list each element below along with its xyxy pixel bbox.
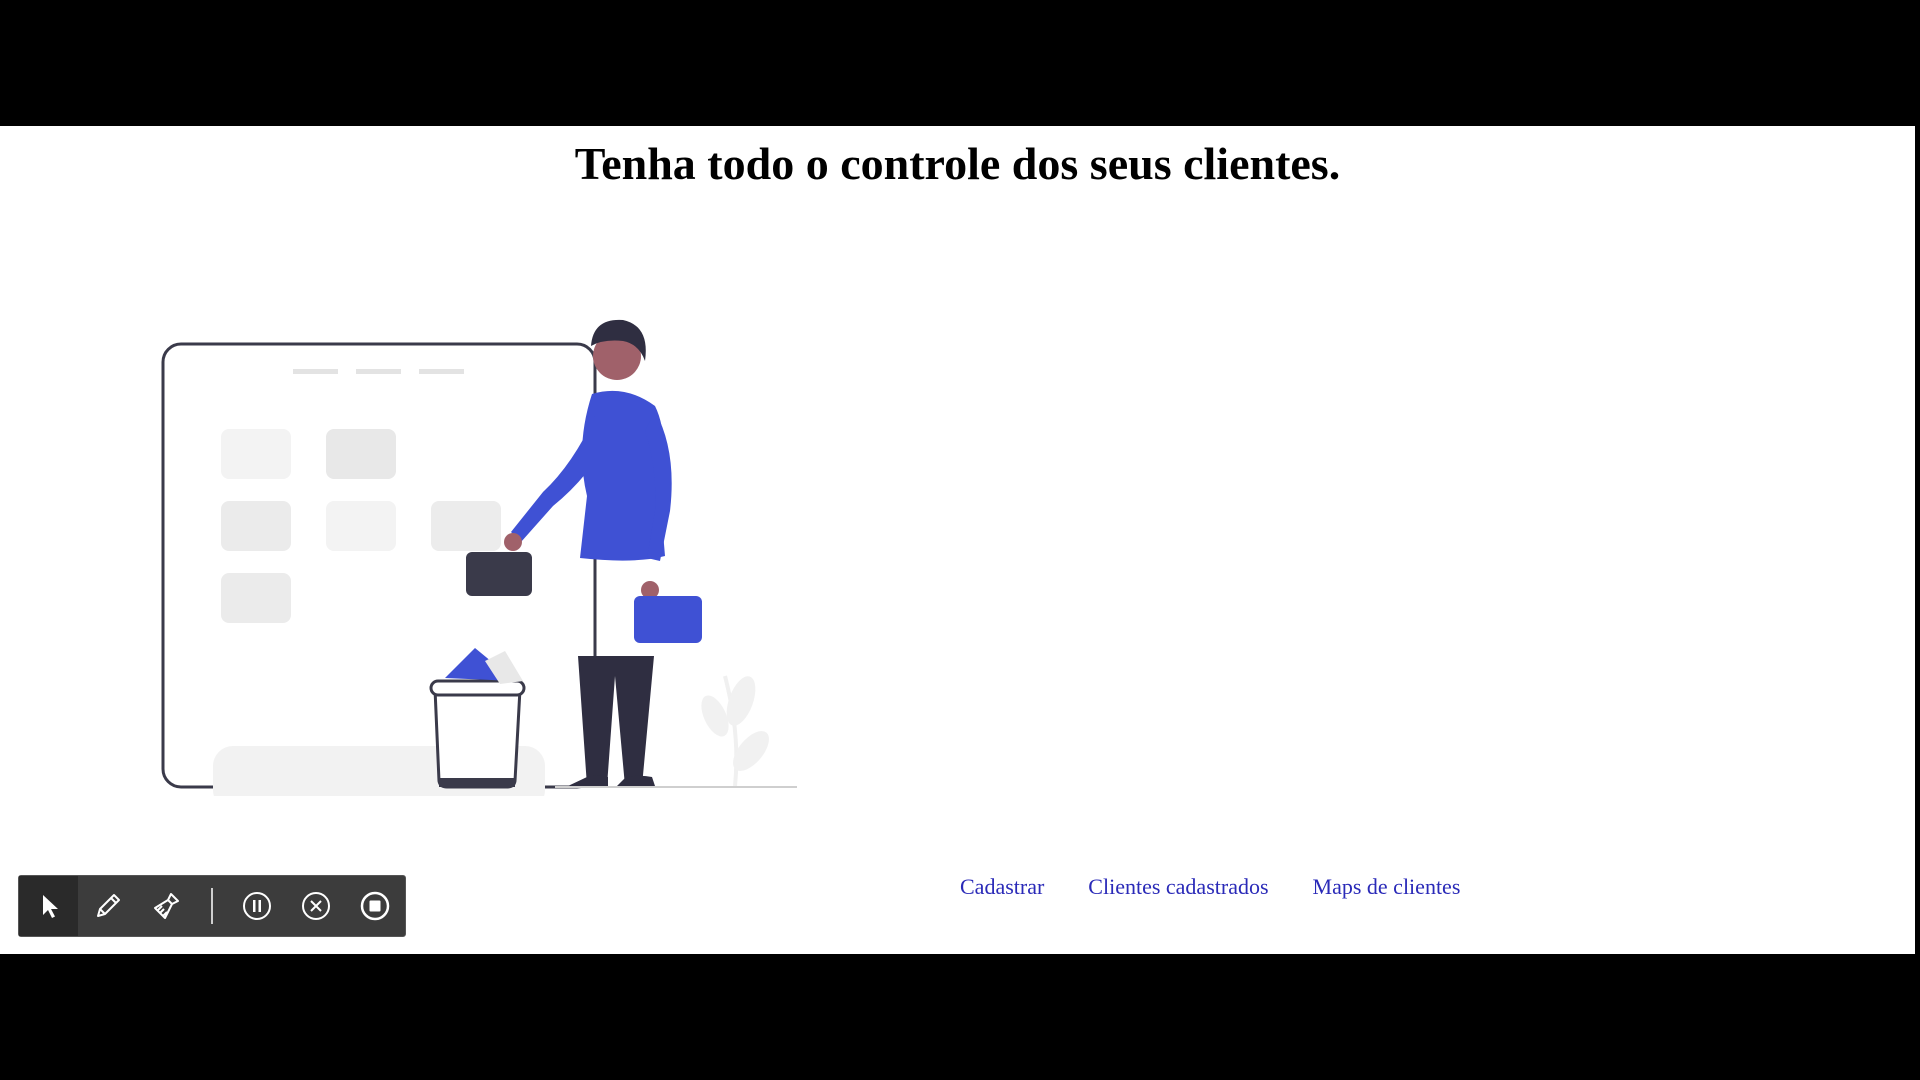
main-nav: Cadastrar Clientes cadastrados Maps de c… — [960, 874, 1460, 900]
pencil-icon — [97, 894, 121, 917]
letterbox-bottom — [0, 954, 1920, 1080]
brush-icon — [154, 893, 180, 919]
toolbar-separator — [211, 888, 214, 924]
stop-button[interactable] — [346, 876, 405, 936]
nav-link-maps-de-clientes[interactable]: Maps de clientes — [1313, 874, 1461, 900]
brush-tool-button[interactable] — [138, 876, 197, 936]
cursor-icon — [42, 895, 58, 918]
stop-icon — [361, 891, 390, 921]
pause-icon — [242, 892, 271, 920]
page-title: Tenha todo o controle dos seus clientes. — [574, 138, 1341, 189]
pencil-tool-button[interactable] — [78, 876, 137, 936]
hero-illustration — [161, 319, 797, 796]
cursor-tool-button[interactable] — [19, 876, 79, 936]
browser-viewport: Tenha todo o controle dos seus clientes. — [0, 126, 1915, 954]
pause-button[interactable] — [227, 876, 286, 936]
letterbox-top — [0, 0, 1920, 126]
recorder-toolbar — [18, 875, 406, 937]
cancel-button[interactable] — [286, 876, 345, 936]
nav-link-clientes-cadastrados[interactable]: Clientes cadastrados — [1088, 874, 1268, 900]
cancel-icon — [302, 892, 331, 920]
nav-link-cadastrar[interactable]: Cadastrar — [960, 874, 1044, 900]
